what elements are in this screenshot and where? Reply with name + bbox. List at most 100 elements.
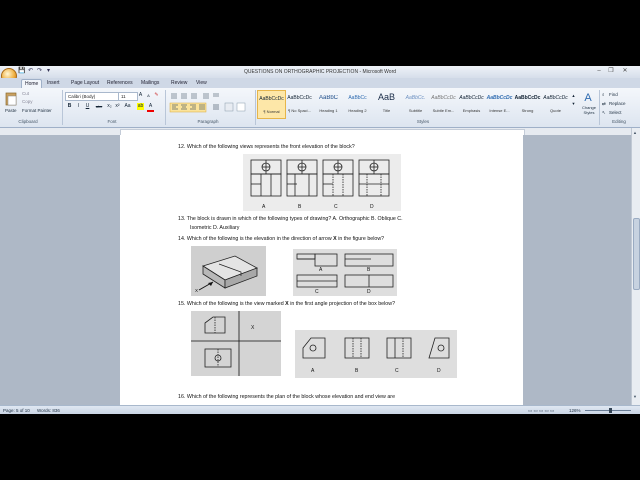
zoom-level[interactable]: 126% — [569, 408, 581, 413]
option-label: C — [315, 289, 319, 295]
style-intense-emphasis[interactable]: AaBbCcDc Intense E... — [486, 90, 513, 117]
style-preview: AaBbCcDc — [514, 95, 541, 101]
vertical-scrollbar[interactable]: ▲ ▼ — [631, 128, 640, 405]
editing-group-label: Editing — [612, 119, 626, 124]
find-icon[interactable]: ⌕ — [602, 92, 605, 97]
paste-icon[interactable] — [4, 91, 18, 107]
style-subtitle[interactable]: AaBbCc. Subtitle — [402, 90, 429, 117]
style-normal[interactable]: AaBbCcDc ¶ Normal — [257, 90, 286, 119]
minimize-button[interactable]: – — [594, 67, 604, 76]
status-bar: Page: 5 of 10 Words: 836 ▭ ▭ ▭ ▭ ▭ 126% — [0, 405, 640, 414]
underline-button[interactable]: U — [84, 103, 91, 110]
style-name: ¶ Normal — [263, 109, 280, 114]
zoom-slider-thumb[interactable] — [609, 408, 612, 413]
cut-button[interactable]: Cut — [22, 91, 29, 96]
word-count[interactable]: Words: 836 — [37, 408, 60, 413]
style-title[interactable]: AaB Title — [373, 90, 400, 117]
question-14-text: 14. Which of the following is the elevat… — [178, 236, 334, 242]
tab-review[interactable]: Review — [168, 79, 190, 88]
select-button[interactable]: Select — [609, 110, 622, 115]
highlight-icon[interactable]: ab — [137, 103, 144, 110]
page-count[interactable]: Page: 5 of 10 — [3, 408, 30, 413]
document-page[interactable]: 12. Which of the following views represe… — [120, 135, 523, 405]
option-label: D — [367, 289, 371, 295]
style-name: Title — [382, 108, 391, 113]
styles-scroll-down-icon[interactable]: ▼ — [570, 100, 577, 107]
window-title: QUESTIONS ON ORTHOGRAPHIC PROJECTION - M… — [243, 69, 397, 75]
font-color-button[interactable]: A — [147, 103, 154, 112]
style-preview: AaB — [377, 92, 395, 102]
replace-icon[interactable]: ⇄ — [602, 101, 606, 107]
clear-format-icon[interactable]: ✎ — [153, 92, 160, 99]
style-preview: AaBbC — [318, 95, 338, 101]
group-separator — [255, 90, 256, 125]
tab-view[interactable]: View — [193, 79, 210, 88]
q15-projection: X — [191, 311, 281, 376]
tab-insert[interactable]: Insert — [44, 79, 63, 88]
change-case-button[interactable]: Aa — [123, 103, 132, 110]
shrink-font-icon[interactable]: A — [145, 92, 152, 99]
change-styles-button[interactable]: Change Styles — [580, 105, 598, 115]
zoom-slider[interactable] — [585, 408, 631, 413]
paragraph-controls — [169, 91, 253, 115]
question-15: 15. Which of the following is the view m… — [178, 301, 395, 307]
strikethrough-button[interactable]: abc — [94, 103, 104, 110]
group-separator — [599, 90, 600, 125]
style-quote[interactable]: AaBbCcDc Quote — [542, 90, 569, 117]
style-emphasis[interactable]: AaBbCcDc Emphasis — [458, 90, 485, 117]
group-separator — [62, 90, 63, 125]
group-separator — [165, 90, 166, 125]
restore-button[interactable]: ❐ — [606, 67, 616, 76]
style-strong[interactable]: AaBbCcDc Strong — [514, 90, 541, 117]
style-preview: AaBbCcDc — [259, 96, 284, 102]
select-icon[interactable]: ↖ — [602, 110, 606, 116]
style-name: Intense E... — [489, 108, 510, 113]
option-label: C — [395, 368, 399, 374]
question-16: 16. Which of the following represents th… — [178, 394, 396, 400]
style-preview: AaBbCc — [348, 95, 367, 101]
copy-button[interactable]: Copy — [22, 99, 33, 104]
superscript-button[interactable]: x² — [114, 103, 121, 110]
change-styles-icon[interactable]: A — [581, 92, 595, 104]
scroll-up-icon[interactable]: ▲ — [633, 130, 637, 135]
horizontal-ruler[interactable] — [0, 128, 640, 136]
replace-button[interactable]: Replace — [609, 101, 626, 106]
tab-page-layout[interactable]: Page Layout — [68, 79, 102, 88]
grow-font-icon[interactable]: A — [137, 92, 144, 99]
question-13-line1: 13. The block is drawn in which of the f… — [178, 216, 403, 222]
ribbon: Paste Cut Copy Format Painter Clipboard … — [0, 88, 640, 128]
q15-options-figure: A B C D — [295, 330, 457, 378]
subscript-button[interactable]: x₂ — [106, 103, 113, 110]
style-heading-1[interactable]: AaBbC Heading 1 — [315, 90, 342, 117]
close-button[interactable]: ✕ — [620, 67, 630, 76]
style-name: Heading 2 — [348, 108, 367, 113]
styles-group-label: Styles — [416, 119, 430, 124]
find-button[interactable]: Find — [609, 92, 618, 97]
tab-references[interactable]: References — [104, 79, 136, 88]
style-no-spacing[interactable]: AaBbCcDc ¶ No Spaci... — [286, 90, 313, 117]
view-buttons-icon[interactable]: ▭ ▭ ▭ ▭ ▭ — [528, 408, 554, 414]
styles-scroll-up-icon[interactable]: ▲ — [570, 92, 577, 99]
title-bar: 💾 ↶ ↷ ▾ QUESTIONS ON ORTHOGRAPHIC PROJEC… — [0, 66, 640, 84]
scroll-thumb[interactable] — [633, 218, 640, 290]
paste-button[interactable]: Paste — [5, 108, 17, 113]
italic-button[interactable]: I — [75, 103, 82, 110]
style-preview: AaBbCcDc — [486, 95, 513, 101]
style-name: ¶ No Spaci... — [288, 108, 311, 113]
style-preview: AaBbCcDc — [459, 95, 484, 101]
question-14: 14. Which of the following is the elevat… — [178, 236, 384, 242]
format-painter-button[interactable]: Format Painter — [22, 108, 52, 113]
style-name: Heading 1 — [319, 108, 338, 113]
style-name: Strong — [521, 108, 534, 113]
style-subtle-emphasis[interactable]: AaBbCcDc Subtle Em... — [430, 90, 457, 117]
style-preview: AaBbCcDc — [431, 95, 456, 101]
font-size-select[interactable]: 11 — [118, 92, 138, 101]
font-group-label: Font — [107, 119, 117, 124]
font-name-select[interactable]: Calibri (Body) — [65, 92, 119, 101]
tab-mailings[interactable]: Mailings — [138, 79, 162, 88]
style-heading-2[interactable]: AaBbCc Heading 2 — [344, 90, 371, 117]
clipboard-group-label: Clipboard — [18, 119, 38, 124]
bold-button[interactable]: B — [66, 103, 73, 110]
scroll-down-icon[interactable]: ▼ — [633, 394, 637, 399]
style-preview: AaBbCcDc — [543, 95, 568, 101]
